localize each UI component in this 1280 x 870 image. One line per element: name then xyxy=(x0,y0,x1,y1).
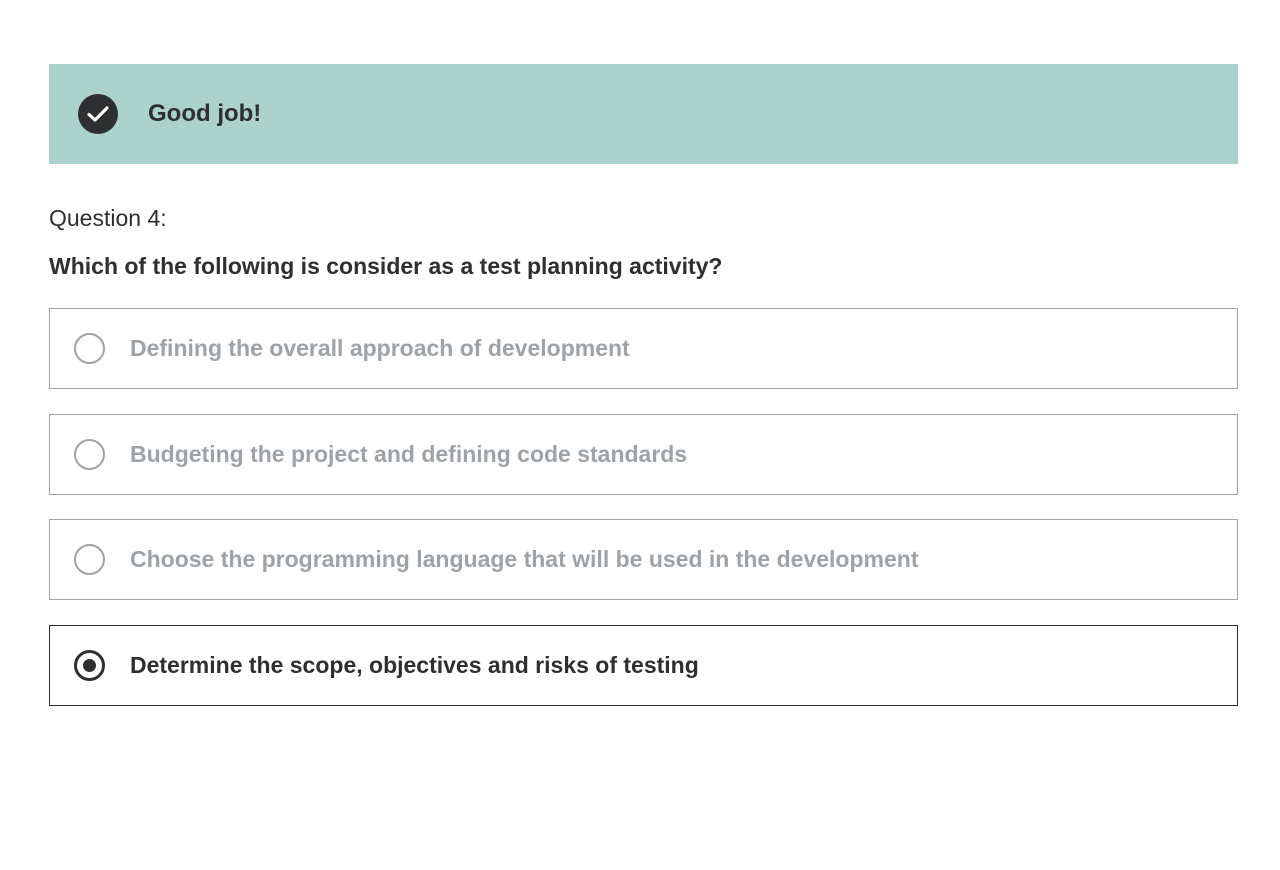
question-number: Question 4: xyxy=(49,205,167,231)
result-message: Good job! xyxy=(148,100,262,127)
answer-option-3[interactable]: Choose the programming language that wil… xyxy=(49,519,1238,600)
checkmark-icon xyxy=(87,106,109,122)
radio-button-unchecked[interactable] xyxy=(74,333,105,364)
radio-button-unchecked[interactable] xyxy=(74,544,105,575)
radio-button-checked[interactable] xyxy=(74,650,105,681)
answer-option-label: Defining the overall approach of develop… xyxy=(130,335,630,361)
radio-button-unchecked[interactable] xyxy=(74,439,105,470)
radio-dot-icon xyxy=(83,659,96,672)
check-circle-icon xyxy=(78,94,118,134)
quiz-page: Good job! Question 4: Which of the follo… xyxy=(0,0,1280,870)
answer-option-label: Determine the scope, objectives and risk… xyxy=(130,652,699,678)
answer-option-label: Choose the programming language that wil… xyxy=(130,546,919,572)
answer-option-1[interactable]: Defining the overall approach of develop… xyxy=(49,308,1238,389)
answer-option-label: Budgeting the project and defining code … xyxy=(130,441,688,467)
question-prompt: Which of the following is consider as a … xyxy=(49,253,723,279)
answer-option-2[interactable]: Budgeting the project and defining code … xyxy=(49,414,1238,495)
answer-option-4-selected[interactable]: Determine the scope, objectives and risk… xyxy=(49,625,1238,706)
result-banner: Good job! xyxy=(49,64,1238,164)
